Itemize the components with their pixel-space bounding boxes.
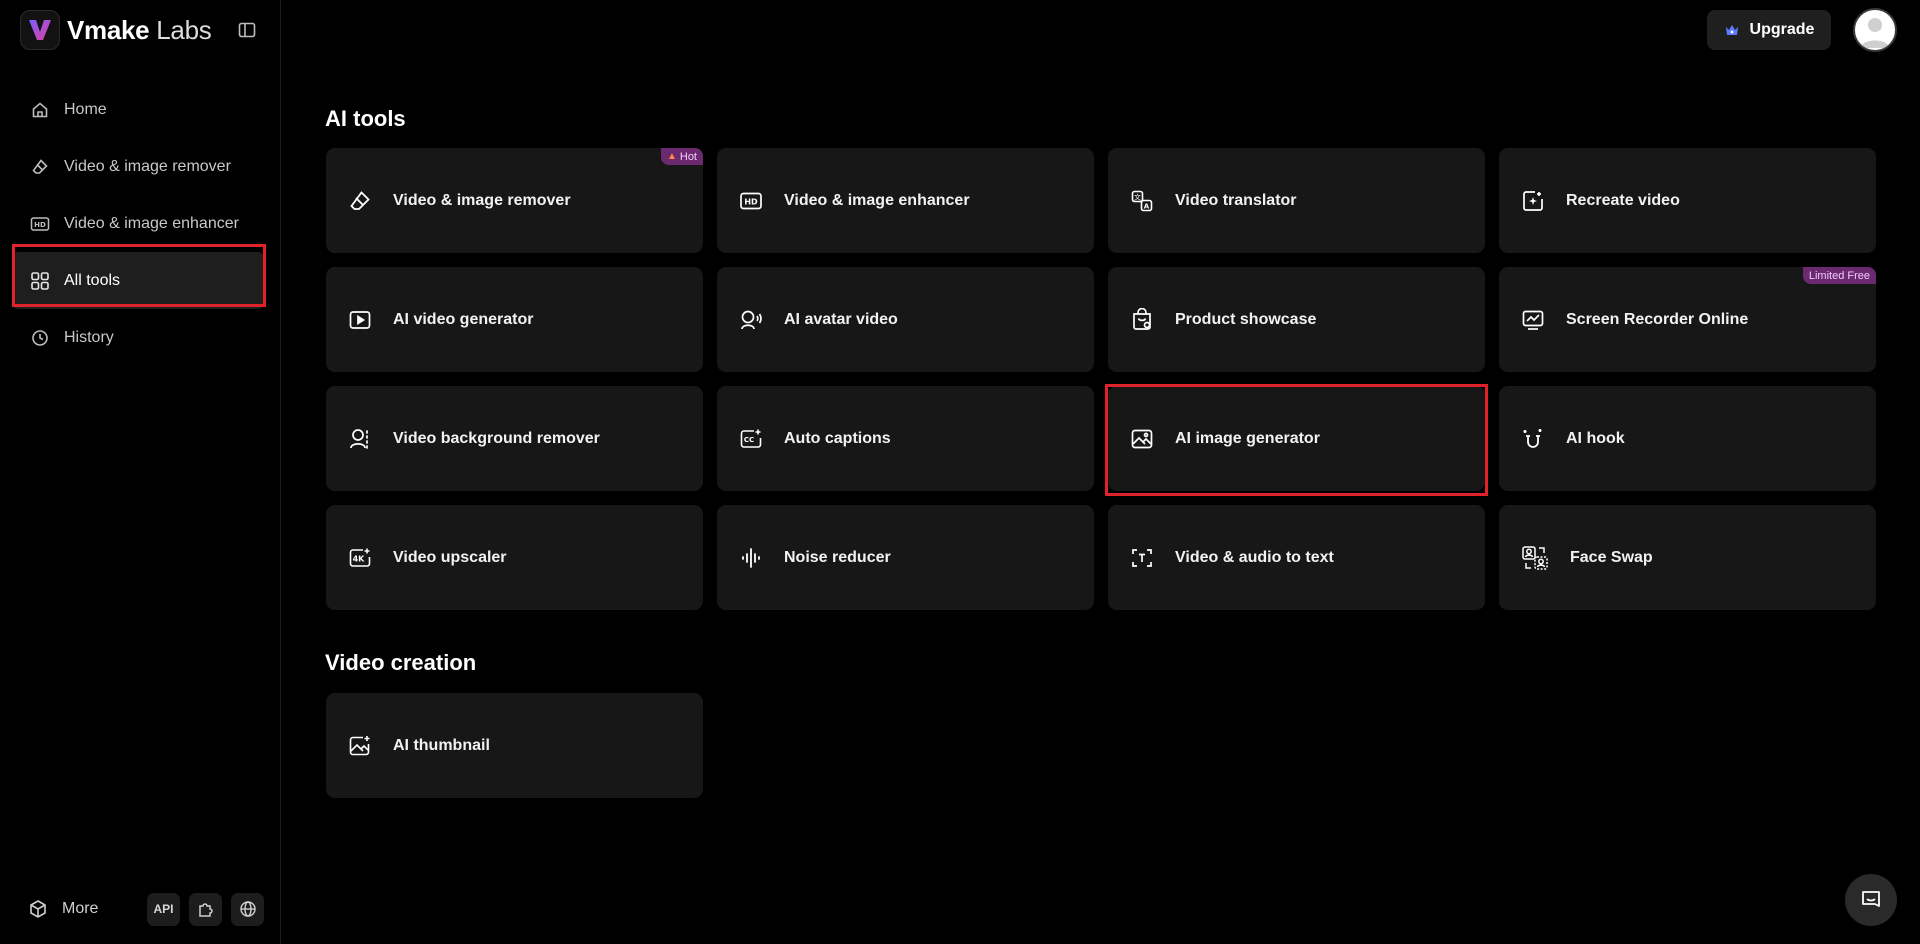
tool-label: Video & image remover (393, 191, 571, 209)
tool-card-ai-hook[interactable]: AI hook (1499, 386, 1876, 491)
upgrade-button[interactable]: Upgrade (1707, 10, 1831, 50)
sidebar-item-home[interactable]: Home (12, 81, 264, 138)
grid-icon (29, 270, 50, 291)
tool-label: AI hook (1566, 429, 1625, 447)
sidebar-item-all-tools[interactable]: All tools (12, 252, 264, 309)
tool-card-recreate-video[interactable]: Recreate video (1499, 148, 1876, 253)
tool-label: AI avatar video (784, 310, 898, 328)
sidebar-nav: Home Video & image remover HD Video & im… (12, 81, 264, 366)
translate-icon: 文A (1129, 188, 1155, 214)
brand-name: Vmake Labs (67, 14, 212, 45)
globe-icon (239, 900, 257, 918)
more-button[interactable]: More (28, 899, 138, 919)
more-label: More (62, 900, 99, 917)
tool-card-face-swap[interactable]: Face Swap (1499, 505, 1876, 610)
upgrade-label: Upgrade (1749, 21, 1815, 38)
brand-logo[interactable]: Vmake Labs (20, 10, 212, 50)
tool-label: Recreate video (1566, 191, 1680, 209)
tool-card-video-image-enhancer[interactable]: HD Video & image enhancer (717, 148, 1094, 253)
sidebar-item-label: Video & image enhancer (64, 214, 239, 232)
api-button[interactable]: API (147, 892, 180, 926)
sidebar-item-label: Video & image remover (64, 157, 231, 175)
tool-label: AI image generator (1175, 429, 1320, 447)
tool-card-video-background-remover[interactable]: Video background remover (326, 386, 703, 491)
cc-captions-icon: CC (738, 426, 764, 452)
avatar[interactable] (1853, 8, 1897, 52)
svg-text:文: 文 (1134, 192, 1141, 201)
tool-label: Video translator (1175, 191, 1297, 209)
svg-text:HD: HD (744, 197, 758, 206)
vmake-logo-icon (20, 10, 60, 50)
tool-card-video-upscaler[interactable]: 4K Video upscaler (326, 505, 703, 610)
thumbnail-image-icon (347, 733, 373, 759)
product-bag-icon (1129, 307, 1155, 333)
sidebar-item-label: Home (64, 100, 107, 118)
tool-card-product-showcase[interactable]: Product showcase (1108, 267, 1485, 372)
tool-label: Screen Recorder Online (1566, 310, 1749, 328)
hd-icon: HD (29, 213, 50, 234)
svg-text:CC: CC (744, 436, 754, 444)
chat-icon (1859, 888, 1883, 912)
api-label: API (153, 902, 174, 916)
4k-icon: 4K (347, 545, 373, 571)
sidebar-footer: More API (28, 889, 268, 929)
magnet-sparkle-icon (1520, 426, 1546, 452)
recreate-icon (1520, 188, 1546, 214)
waveform-icon (738, 545, 764, 571)
tool-card-ai-thumbnail[interactable]: AI thumbnail (326, 693, 703, 798)
extension-button[interactable] (189, 892, 222, 926)
tool-label: Face Swap (1570, 548, 1653, 566)
tool-label: Product showcase (1175, 310, 1317, 328)
eraser-icon (29, 156, 50, 177)
home-icon (29, 99, 50, 120)
clock-icon (29, 327, 50, 348)
eraser-icon (347, 188, 373, 214)
tool-card-ai-avatar-video[interactable]: AI avatar video (717, 267, 1094, 372)
tool-label: Video & audio to text (1175, 548, 1334, 566)
tool-label: Video upscaler (393, 548, 507, 566)
tool-card-ai-video-generator[interactable]: AI video generator (326, 267, 703, 372)
svg-text:4K: 4K (353, 554, 366, 563)
hot-badge: ▲ Hot (660, 148, 703, 165)
tool-label: Video & image enhancer (784, 191, 970, 209)
tool-card-video-image-remover[interactable]: Video & image remover ▲ Hot (326, 148, 703, 253)
tool-card-noise-reducer[interactable]: Noise reducer (717, 505, 1094, 610)
section-title-ai-tools: AI tools (325, 106, 406, 131)
sidebar-item-video-image-enhancer[interactable]: HD Video & image enhancer (12, 195, 264, 252)
sidebar-item-label: History (64, 328, 114, 346)
svg-text:A: A (1144, 202, 1150, 210)
tool-card-ai-image-generator[interactable]: AI image generator (1108, 386, 1485, 491)
tool-label: Noise reducer (784, 548, 891, 566)
sidebar: Vmake Labs Home Video & image remover HD… (0, 0, 281, 944)
section-title-video-creation: Video creation (325, 650, 477, 675)
avatar-speaking-icon (738, 307, 764, 333)
crown-icon (1724, 22, 1740, 38)
limited-free-badge: Limited Free (1802, 267, 1876, 284)
person-cutout-icon (347, 426, 373, 452)
fire-icon: ▲ (666, 151, 677, 162)
text-frame-icon (1129, 545, 1155, 571)
face-swap-icon (1520, 545, 1550, 571)
image-icon (1129, 426, 1155, 452)
svg-text:HD: HD (34, 221, 46, 229)
sidebar-item-video-image-remover[interactable]: Video & image remover (12, 138, 264, 195)
language-button[interactable] (231, 892, 264, 926)
screen-chart-icon (1520, 307, 1546, 333)
tool-label: Auto captions (784, 429, 891, 447)
tool-card-screen-recorder-online[interactable]: Screen Recorder Online Limited Free (1499, 267, 1876, 372)
puzzle-icon (197, 900, 215, 918)
chat-support-button[interactable] (1845, 874, 1897, 926)
sidebar-collapse-icon[interactable] (236, 19, 258, 41)
tool-label: AI video generator (393, 310, 534, 328)
tool-card-video-audio-to-text[interactable]: Video & audio to text (1108, 505, 1485, 610)
tool-card-auto-captions[interactable]: CC Auto captions (717, 386, 1094, 491)
tool-card-video-translator[interactable]: 文A Video translator (1108, 148, 1485, 253)
sidebar-item-label: All tools (64, 271, 121, 289)
hd-icon: HD (738, 188, 764, 214)
tool-label: Video background remover (393, 429, 600, 447)
video-play-icon (347, 307, 373, 333)
tool-label: AI thumbnail (393, 736, 490, 754)
cube-icon (28, 899, 48, 919)
sidebar-item-history[interactable]: History (12, 309, 264, 366)
